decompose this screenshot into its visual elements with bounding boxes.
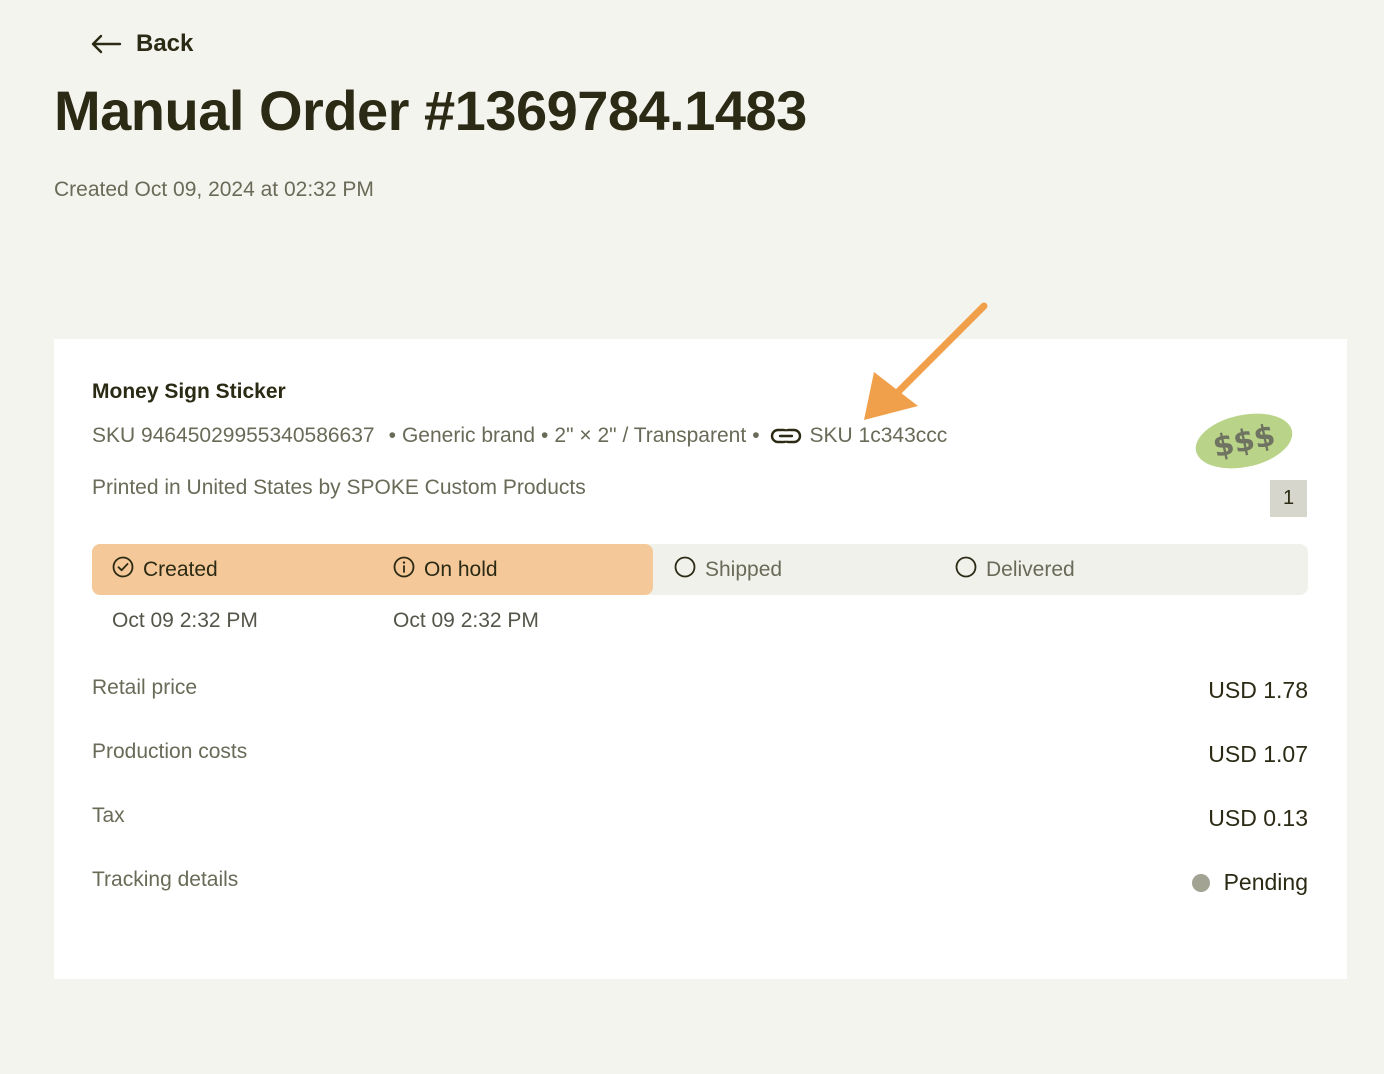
product-variant: 2" × 2" / Transparent <box>554 424 747 447</box>
empty-circle-icon <box>955 556 977 584</box>
step-delivered: Delivered <box>955 544 1075 595</box>
order-item-card: Money Sign Sticker SKU 94645029955340586… <box>54 339 1347 979</box>
step-label: On hold <box>424 557 498 581</box>
step-created: Created <box>112 544 218 595</box>
status-dot <box>1191 873 1210 892</box>
back-label: Back <box>136 30 194 57</box>
product-name: Money Sign Sticker <box>92 380 286 403</box>
quantity-badge: 1 <box>1270 480 1307 517</box>
check-circle-icon <box>112 556 134 584</box>
production-costs-value: USD 1.07 <box>1208 741 1308 767</box>
product-thumbnail: $$$ <box>1192 409 1296 473</box>
step-shipped: Shipped <box>674 544 782 595</box>
meta-separator: • <box>752 424 760 447</box>
meta-separator: • <box>541 424 549 447</box>
tracking-status-label: Pending <box>1223 869 1308 895</box>
product-sku: SKU 94645029955340586637 <box>92 424 375 447</box>
tax-value: USD 0.13 <box>1208 805 1308 831</box>
tracking-details-label: Tracking details <box>92 868 239 891</box>
production-costs-label: Production costs <box>92 740 248 763</box>
printed-by: Printed in United States by SPOKE Custom… <box>92 476 586 499</box>
product-meta: SKU 94645029955340586637 • Generic brand… <box>92 424 947 448</box>
step-label: Delivered <box>986 557 1075 581</box>
retail-price-label: Retail price <box>92 676 198 699</box>
link-icon[interactable] <box>770 426 802 446</box>
back-link[interactable]: Back <box>90 30 193 58</box>
product-brand: Generic brand <box>401 424 536 447</box>
page-title: Manual Order #1369784.1483 <box>54 79 807 142</box>
retail-price-value: USD 1.78 <box>1208 677 1308 703</box>
empty-circle-icon <box>674 556 696 584</box>
meta-separator: • <box>388 424 396 447</box>
tracking-progress: Created On hold Shipped Delivered <box>92 544 1308 595</box>
step-date-created: Oct 09 2:32 PM <box>112 609 258 632</box>
step-label: Created <box>143 557 218 581</box>
linked-sku[interactable]: SKU 1c343ccc <box>810 424 948 448</box>
arrow-left-icon <box>90 34 122 54</box>
step-date-on-hold: Oct 09 2:32 PM <box>393 609 539 632</box>
info-circle-icon <box>393 556 415 584</box>
created-timestamp: Created Oct 09, 2024 at 02:32 PM <box>54 178 374 201</box>
tax-label: Tax <box>92 804 125 827</box>
step-on-hold: On hold <box>393 544 498 595</box>
tracking-status: Pending <box>1191 869 1308 896</box>
step-label: Shipped <box>705 557 783 581</box>
